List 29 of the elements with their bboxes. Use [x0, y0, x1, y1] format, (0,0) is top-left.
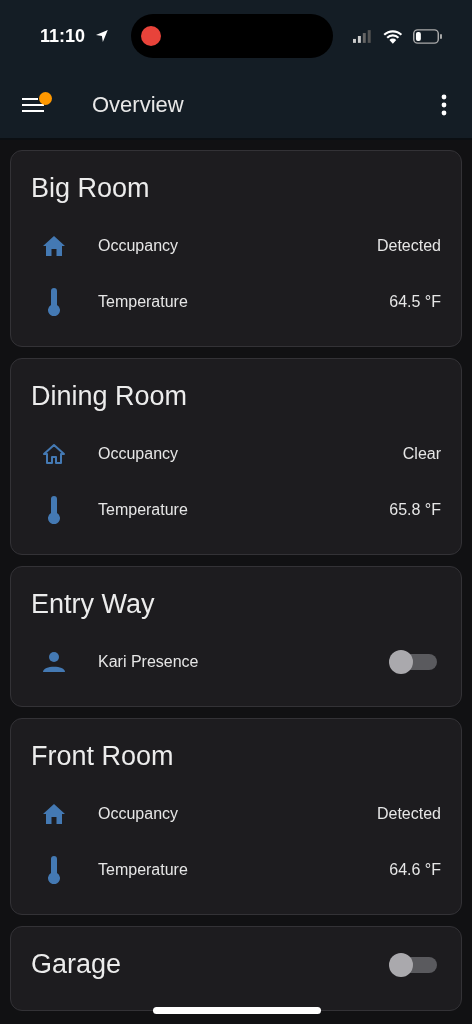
entity-name[interactable]: Temperature [98, 501, 390, 519]
card-title: Front Room [31, 741, 174, 772]
entity-state: 65.8 °F [389, 501, 441, 519]
signal-icon [353, 29, 373, 43]
card-title: Big Room [31, 173, 150, 204]
entity-state: Clear [402, 445, 441, 463]
entity-state: 64.6 °F [389, 861, 441, 879]
wifi-icon [382, 28, 403, 44]
card-title: Entry Way [31, 589, 155, 620]
entity-state: Detected [376, 237, 441, 255]
entity-state: Detected [376, 805, 441, 823]
page-title: Overview [92, 92, 185, 118]
thermometer-icon [47, 288, 61, 316]
entity-name[interactable]: Temperature [98, 861, 390, 879]
thermometer-icon [47, 856, 61, 884]
card-title: Garage [31, 949, 122, 980]
entity-name[interactable]: Temperature [98, 293, 390, 311]
battery-icon [412, 28, 442, 44]
entity-name[interactable]: Occupancy [98, 805, 377, 823]
location-arrow-icon [95, 29, 109, 43]
more-options-button[interactable] [440, 94, 448, 116]
entity-name[interactable]: Kari Presence [98, 653, 393, 671]
status-time: 11:10 [40, 25, 86, 47]
person-icon [43, 652, 65, 672]
entity-name[interactable]: Occupancy [98, 445, 403, 463]
entity-state: 64.5 °F [389, 293, 441, 311]
entity-name[interactable]: Occupancy [98, 237, 377, 255]
card-title: Dining Room [31, 381, 188, 412]
thermometer-icon [47, 496, 61, 524]
